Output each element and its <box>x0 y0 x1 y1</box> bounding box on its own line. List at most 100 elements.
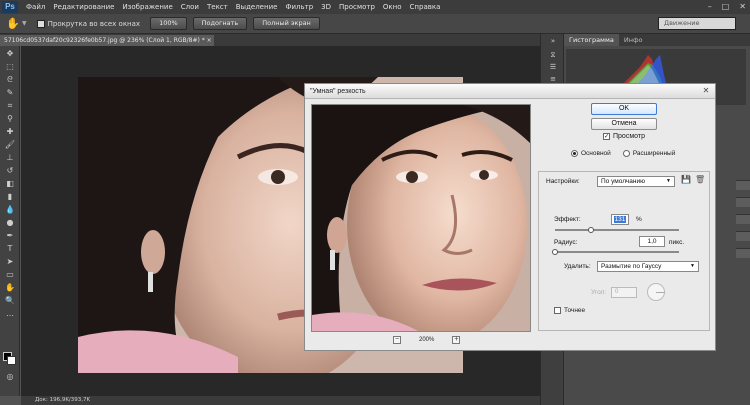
scroll-all-windows-label: Прокрутка во всех окнах <box>47 19 141 28</box>
tab-histogram[interactable]: Гистограмма <box>564 34 619 46</box>
dialog-title-bar[interactable]: "Умная" резкость ✕ <box>305 84 715 99</box>
radius-slider-thumb[interactable] <box>552 249 558 255</box>
effect-input[interactable]: 131 <box>611 214 629 225</box>
background-color-swatch[interactable] <box>7 356 16 365</box>
preview-image <box>312 105 530 331</box>
panel-row-handle[interactable] <box>736 197 750 207</box>
photoshop-logo-icon: Ps <box>2 1 18 13</box>
zoom-tool-icon[interactable]: 🔍 <box>4 295 16 306</box>
smart-sharpen-dialog: "Умная" резкость ✕ − 200% + OK Отмена ✓ … <box>304 83 716 351</box>
scroll-all-windows-option[interactable]: Прокрутка во всех окнах <box>36 19 141 28</box>
settings-label: Настройки: <box>546 178 580 185</box>
menu-type[interactable]: Текст <box>203 0 232 14</box>
healing-brush-tool-icon[interactable]: ✚ <box>4 126 16 137</box>
panel-row-handle[interactable] <box>736 180 750 190</box>
preview-checkbox[interactable]: ✓ <box>603 133 610 140</box>
quick-mask-icon[interactable]: ◎ <box>4 371 16 382</box>
preview-option[interactable]: ✓ Просмотр <box>603 133 645 140</box>
ok-button[interactable]: OK <box>591 103 657 115</box>
mode-basic-option[interactable]: Основной <box>571 150 611 157</box>
hand-tool-box-icon[interactable]: ✋ <box>4 282 16 293</box>
properties-panel-icon[interactable]: ☰ <box>547 62 559 72</box>
dialog-title: "Умная" резкость <box>310 88 366 95</box>
minimize-icon[interactable]: – <box>708 2 712 12</box>
radius-unit: пикс. <box>669 239 685 246</box>
close-icon[interactable]: ✕ <box>739 2 746 12</box>
move-tool-icon[interactable]: ✥ <box>4 48 16 59</box>
mode-advanced-option[interactable]: Расширенный <box>622 150 676 157</box>
pen-tool-icon[interactable]: ✒ <box>4 230 16 241</box>
cancel-button[interactable]: Отмена <box>591 118 657 130</box>
clone-stamp-tool-icon[interactable]: ⊥ <box>4 152 16 163</box>
tool-preset-dropdown-icon[interactable]: ▼ <box>22 20 27 27</box>
shape-tool-icon[interactable]: ▭ <box>4 269 16 280</box>
history-panel-icon[interactable]: ⧖ <box>547 50 559 60</box>
menu-file[interactable]: Файл <box>22 0 49 14</box>
crop-tool-icon[interactable]: ⌗ <box>4 100 16 111</box>
angle-value: 0 <box>615 289 619 295</box>
more-accurate-checkbox[interactable] <box>554 307 561 314</box>
chevron-down-icon: ▼ <box>666 178 671 184</box>
preview-zoom-level: 200% <box>419 337 435 343</box>
eyedropper-tool-icon[interactable]: ⚲ <box>4 113 16 124</box>
menu-layers[interactable]: Слои <box>177 0 203 14</box>
radius-value: 1,0 <box>647 238 657 245</box>
document-tab[interactable]: 57106cd0537daf20c92326fe0b57.jpg @ 236% … <box>0 35 214 46</box>
panel-row-handle[interactable] <box>736 214 750 224</box>
mode-advanced-radio[interactable] <box>622 150 630 157</box>
mode-advanced-label: Расширенный <box>632 150 676 157</box>
options-bar: ✋ ▼ Прокрутка во всех окнах 100% Подогна… <box>0 14 750 34</box>
brush-tool-icon[interactable]: 🖌 <box>4 139 16 150</box>
zoom-out-button[interactable]: − <box>393 336 401 344</box>
tab-info[interactable]: Инфо <box>619 34 648 46</box>
effect-slider-track[interactable] <box>555 229 679 231</box>
quick-select-tool-icon[interactable]: ✎ <box>4 87 16 98</box>
menu-edit[interactable]: Редактирование <box>49 0 118 14</box>
zoom-in-button[interactable]: + <box>452 336 461 344</box>
mode-basic-label: Основной <box>581 150 611 157</box>
menu-select[interactable]: Выделение <box>232 0 282 14</box>
more-accurate-option[interactable]: Точнее <box>554 307 585 314</box>
more-tools-icon[interactable]: … <box>4 308 16 319</box>
collapse-panels-icon[interactable]: » <box>547 36 559 46</box>
lasso-tool-icon[interactable]: ᘓ <box>4 74 16 85</box>
full-screen-button[interactable]: Полный экран <box>253 17 320 30</box>
workspace-selector[interactable]: Движение <box>658 17 736 30</box>
dialog-preview[interactable] <box>311 104 531 332</box>
remove-blur-value: Размытие по Гауссу <box>601 263 662 270</box>
menu-filter[interactable]: Фильтр <box>281 0 317 14</box>
dialog-close-icon[interactable]: ✕ <box>701 86 711 96</box>
history-brush-tool-icon[interactable]: ↺ <box>4 165 16 176</box>
scroll-all-windows-checkbox[interactable] <box>36 19 45 28</box>
menu-help[interactable]: Справка <box>406 0 445 14</box>
marquee-tool-icon[interactable]: ⬚ <box>4 61 16 72</box>
radius-input[interactable]: 1,0 <box>639 236 665 247</box>
menu-3d[interactable]: 3D <box>317 0 335 14</box>
blur-tool-icon[interactable]: 💧 <box>4 204 16 215</box>
effect-slider-thumb[interactable] <box>587 227 594 233</box>
remove-blur-select[interactable]: Размытие по Гауссу ▼ <box>597 261 699 272</box>
menu-image[interactable]: Изображение <box>118 0 176 14</box>
angle-dial-icon <box>647 283 665 301</box>
maximize-icon[interactable]: □ <box>722 2 730 12</box>
type-tool-icon[interactable]: T <box>4 243 16 254</box>
dodge-tool-icon[interactable]: ● <box>4 217 16 228</box>
mode-radio-group: Основной Расширенный <box>571 150 675 157</box>
path-selection-tool-icon[interactable]: ➤ <box>4 256 16 267</box>
gradient-tool-icon[interactable]: ▮ <box>4 191 16 202</box>
hand-tool-icon[interactable]: ✋ <box>4 16 22 32</box>
angle-input: 0 <box>611 287 637 298</box>
settings-preset-select[interactable]: По умолчанию ▼ <box>597 176 675 187</box>
menu-window[interactable]: Окно <box>379 0 406 14</box>
delete-preset-icon[interactable]: 🗑 <box>695 175 705 184</box>
mode-basic-radio[interactable] <box>571 150 578 157</box>
zoom-100-button[interactable]: 100% <box>150 17 187 30</box>
panel-row-handle[interactable] <box>736 231 750 241</box>
effect-label: Эффект: <box>554 216 581 223</box>
panel-row-handle[interactable] <box>736 248 750 258</box>
save-preset-icon[interactable]: 💾 <box>681 175 691 184</box>
menu-view[interactable]: Просмотр <box>335 0 379 14</box>
radius-slider-track[interactable] <box>555 251 679 253</box>
fit-screen-button[interactable]: Подогнать <box>192 17 248 30</box>
eraser-tool-icon[interactable]: ◧ <box>4 178 16 189</box>
